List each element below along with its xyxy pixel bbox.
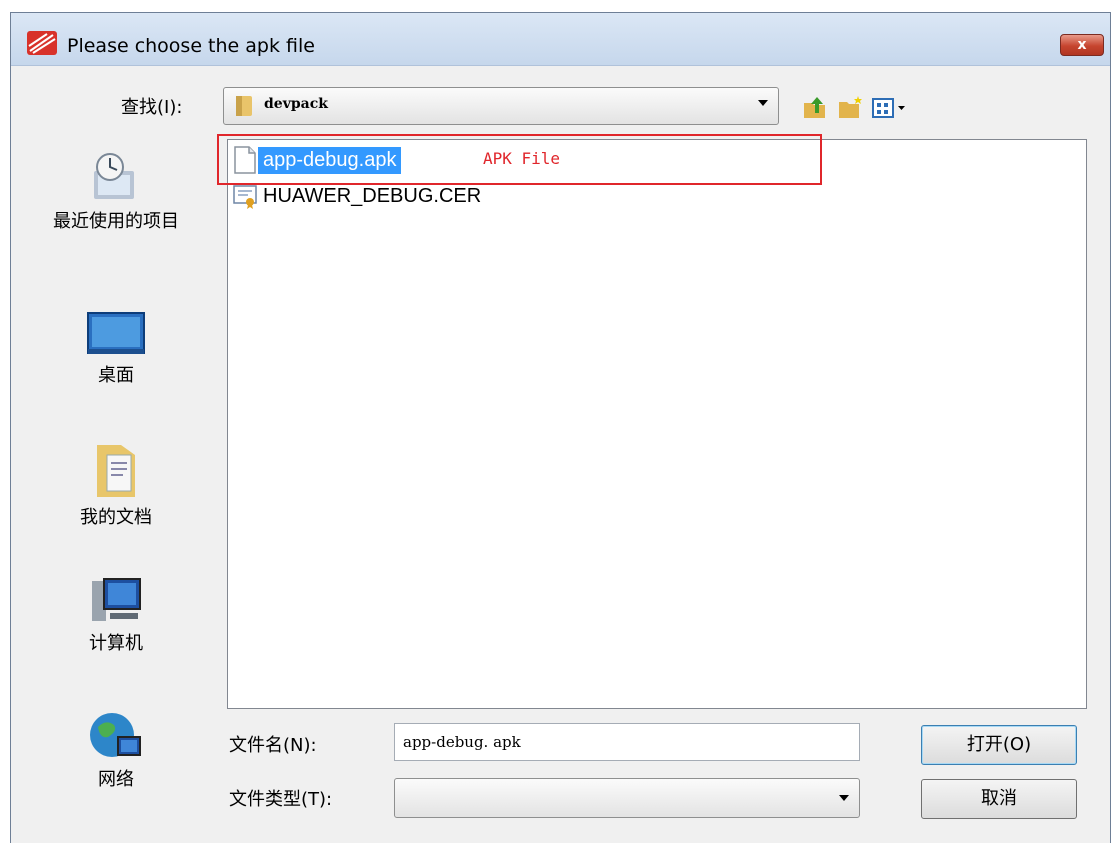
- filename-label: 文件名(N):: [229, 735, 317, 756]
- place-my-documents[interactable]: 我的文档: [11, 439, 221, 529]
- folder-icon: [236, 96, 252, 116]
- computer-icon: [92, 578, 141, 621]
- network-icon: [90, 713, 141, 757]
- my-documents-icon: [97, 445, 135, 497]
- look-in-label: 查找(I):: [121, 97, 183, 118]
- place-recent-items-label: 最近使用的项目: [53, 211, 179, 232]
- chevron-down-icon[interactable]: [758, 100, 768, 106]
- chevron-down-icon[interactable]: [839, 795, 849, 801]
- close-button[interactable]: x: [1060, 34, 1104, 56]
- window-title: Please choose the apk file: [67, 35, 315, 57]
- place-network-label: 网络: [98, 769, 134, 790]
- annotation-label: APK File: [483, 149, 561, 168]
- view-menu-icon[interactable]: [871, 93, 909, 121]
- new-folder-icon[interactable]: [837, 93, 865, 121]
- cancel-button[interactable]: 取消: [921, 779, 1077, 819]
- file-chooser-dialog: Please choose the apk file x 查找(I): devp…: [10, 12, 1111, 843]
- current-folder-name: devpack: [264, 96, 328, 112]
- app-logo-icon: [27, 31, 57, 55]
- filename-input[interactable]: [395, 724, 859, 760]
- recent-items-icon: [94, 153, 134, 199]
- place-computer-label: 计算机: [89, 633, 143, 654]
- place-desktop[interactable]: 桌面: [11, 309, 221, 387]
- file-list[interactable]: app-debug.apk HUAWER_DEBUG.CER: [227, 139, 1087, 709]
- filetype-label: 文件类型(T):: [229, 789, 333, 810]
- up-folder-icon[interactable]: [801, 93, 829, 121]
- place-computer[interactable]: 计算机: [11, 575, 221, 655]
- place-my-documents-label: 我的文档: [80, 507, 152, 528]
- filename-field[interactable]: [394, 723, 860, 761]
- certificate-icon: [233, 185, 257, 209]
- place-recent-items[interactable]: 最近使用的项目: [11, 149, 221, 233]
- place-desktop-label: 桌面: [98, 365, 134, 386]
- look-in-dropdown[interactable]: devpack: [223, 87, 779, 125]
- title-bar[interactable]: Please choose the apk file x: [11, 13, 1110, 66]
- desktop-icon: [87, 312, 145, 354]
- file-name: HUAWER_DEBUG.CER: [263, 184, 482, 207]
- place-network[interactable]: 网络: [11, 709, 221, 791]
- filetype-dropdown[interactable]: [394, 778, 860, 818]
- open-button[interactable]: 打开(O): [921, 725, 1077, 765]
- places-sidebar: 最近使用的项目 桌面 我的文档 计算机 网络: [11, 133, 221, 833]
